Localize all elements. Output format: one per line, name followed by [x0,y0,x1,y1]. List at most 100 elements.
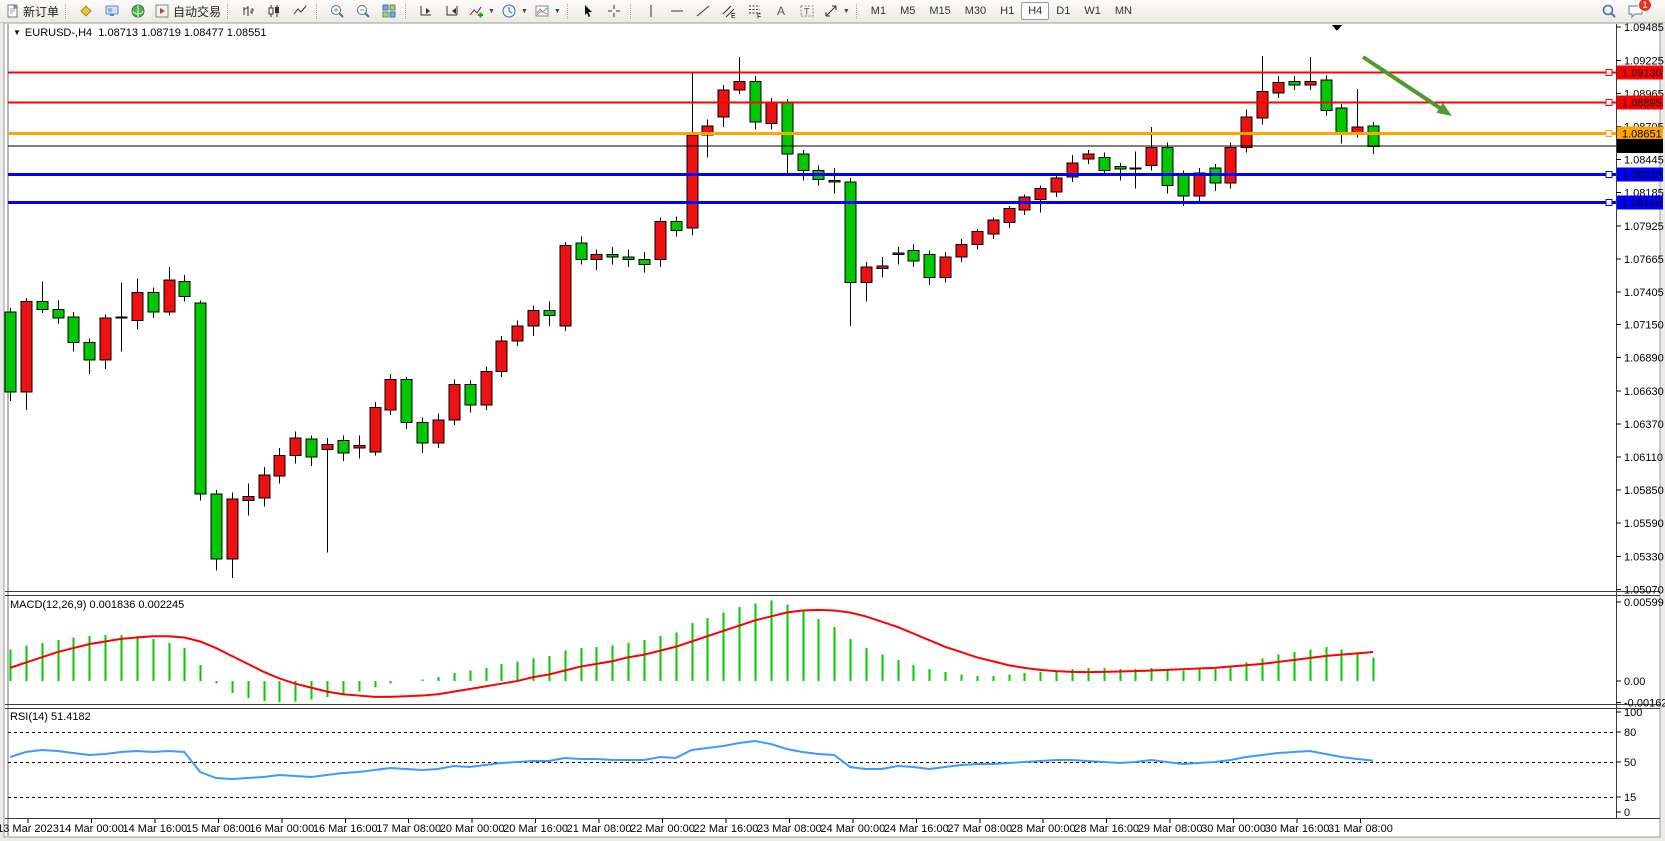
vertical-line-button[interactable] [638,0,664,22]
candle [1035,188,1046,199]
fibonacci-button[interactable]: F [742,0,768,22]
line-handle[interactable] [1606,200,1612,206]
template-icon [534,3,550,19]
candle [512,326,523,341]
templates-button[interactable]: ▼ [531,0,564,22]
candle [465,384,476,404]
signals-button[interactable] [125,0,151,22]
candle [655,221,666,259]
text-button[interactable]: A [768,0,794,22]
candle [829,181,840,182]
candle [924,255,935,278]
rsi-tick-label: 80 [1624,727,1636,739]
terminal-button[interactable] [99,0,125,22]
time-label: 16 Mar 00:00 [249,823,314,835]
candle [988,220,999,234]
bar-chart-button[interactable] [235,0,261,22]
candle [1051,178,1062,192]
auto-scroll-button[interactable] [413,0,439,22]
trendline-button[interactable] [690,0,716,22]
candle [179,281,190,296]
toolbar-grip [856,4,861,19]
price-tick-label: 1.06630 [1624,386,1664,398]
equidistant-channel-button[interactable]: E [716,0,742,22]
candle [1083,154,1094,159]
candle [798,154,809,171]
chart-canvas: 1.094851.092251.089651.087051.084451.081… [0,0,1665,841]
autotrading-button[interactable]: 自动交易 [151,0,224,22]
notifications-button[interactable]: 1 [1622,0,1648,22]
toolbar-grip [630,4,635,19]
timeframe-bar: M1M5M15M30H1H4D1W1MN [864,2,1139,20]
price-tick-label: 1.07665 [1624,254,1664,266]
candle [956,244,967,257]
svg-text:A: A [777,4,785,18]
time-label: 15 Mar 08:00 [186,823,251,835]
horizontal-line-button[interactable] [664,0,690,22]
timeframe-M15[interactable]: M15 [922,2,957,20]
candle [1115,167,1126,170]
time-label: 24 Mar 16:00 [884,823,949,835]
indicators-button[interactable]: ▼ [465,0,498,22]
candle [671,221,682,230]
timeframe-H1[interactable]: H1 [993,2,1021,20]
price-tick-label: 1.07150 [1624,320,1664,332]
symbol-title: EURUSD-,H4 [25,27,92,39]
candle [417,423,428,443]
time-label: 22 Mar 00:00 [630,823,695,835]
macd-tick-label: 0.00599 [1624,597,1664,609]
candle [734,81,745,90]
candle [37,302,48,310]
equidistant-channel-icon: E [721,3,737,19]
rsi-label: RSI(14) 51.4182 [10,711,91,723]
tile-windows-button[interactable] [376,0,402,22]
candle [591,255,602,260]
timeframe-M30[interactable]: M30 [958,2,993,20]
line-chart-button[interactable] [287,0,313,22]
line-handle[interactable] [1606,69,1612,75]
cursor-button[interactable] [575,0,601,22]
line-handle[interactable] [1606,171,1612,177]
charts-button[interactable] [73,0,99,22]
candle [449,384,460,420]
rsi-tick-label: 100 [1624,707,1642,719]
text-icon: A [773,3,789,19]
zoom-out-icon [355,3,371,19]
periods-button[interactable]: ▼ [498,0,531,22]
timeframe-H4[interactable]: H4 [1021,2,1049,20]
line-handle[interactable] [1606,130,1612,136]
search-button[interactable] [1596,0,1622,22]
candle [1004,209,1015,223]
new-order-button[interactable]: 新订单 [3,0,62,22]
timeframe-M5[interactable]: M5 [893,2,922,20]
candle [639,260,650,265]
trendline-icon [695,3,711,19]
vertical-line-icon [643,3,659,19]
candle [322,444,333,449]
monitor-icon [104,3,120,19]
candle [243,496,254,500]
chart-shift-icon [444,3,460,19]
symbol-dropdown-icon[interactable]: ▼ [13,28,21,37]
line-handle[interactable] [1606,99,1612,105]
candle [370,407,381,452]
zoom-out-button[interactable] [350,0,376,22]
timeframe-MN[interactable]: MN [1108,2,1139,20]
price-line-badge-label: 1.08551 [1622,141,1662,153]
timeframe-D1[interactable]: D1 [1049,2,1077,20]
chart-window[interactable] [4,23,1660,837]
toolbar-grip [405,4,410,19]
chart-shift-button[interactable] [439,0,465,22]
arrows-button[interactable]: ▼ [820,0,853,22]
zoom-in-button[interactable] [324,0,350,22]
candlestick-chart-button[interactable] [261,0,287,22]
timeframe-W1[interactable]: W1 [1077,2,1108,20]
candle [1130,168,1141,169]
timeframe-M1[interactable]: M1 [864,2,893,20]
text-label-button[interactable]: T [794,0,820,22]
svg-text:F: F [757,14,761,20]
crosshair-button[interactable] [601,0,627,22]
candle [893,253,904,254]
candle [132,293,143,321]
line-chart-icon [292,3,308,19]
